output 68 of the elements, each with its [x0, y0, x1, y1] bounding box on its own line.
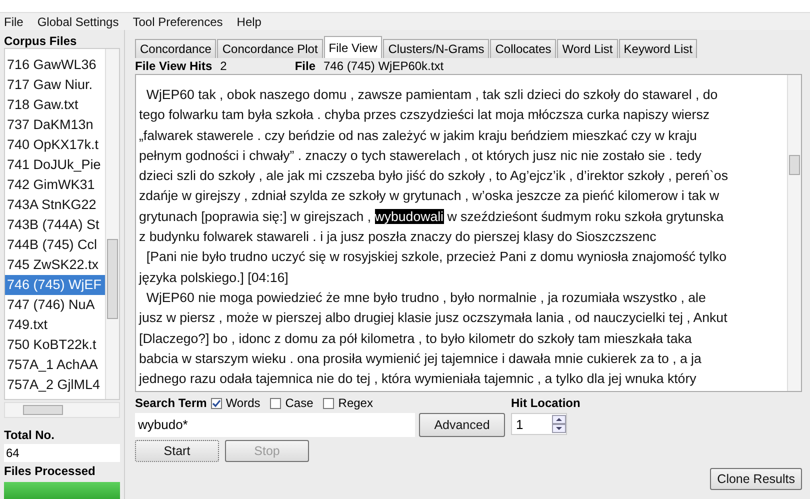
- text-line: zdańje w girejszy , zdniał szylda ze szkoły w grytunach , w’oska jeszcze za pieńć kilomerow i tak w: [139, 188, 720, 204]
- text-line: grytunach [poprawia się:] w girejszach ,: [139, 208, 372, 224]
- corpus-file-item[interactable]: 757A_1 AchAA: [5, 355, 105, 375]
- text-line: babcia w starszym wieku . ona prosiła wymienić jej tajemnice i dawała mnie cukierek za to , a ja: [139, 350, 702, 366]
- corpus-file-item[interactable]: 744B (745) Ccl: [5, 235, 105, 255]
- label: Files Processed: [4, 464, 96, 478]
- corpus-file-item[interactable]: 747 (746) NuA: [5, 295, 105, 315]
- corpus-file-item[interactable]: 743A StnKG22: [5, 195, 105, 215]
- panel-title: Corpus Files: [4, 34, 78, 48]
- menu-item[interactable]: Global Settings: [37, 15, 119, 28]
- text-line: WjEP60 tak , obok naszego domu , zawsze pamientam , tak szli dzieci do szkoły do stawarel , do: [145, 87, 718, 102]
- text-line: jusz w piersz , może w pierszej albo drugiej klasie jusz oczszymała lania , od nauczycielki tej , Ankut: [139, 310, 728, 326]
- checkbox[interactable]: [270, 398, 282, 408]
- text-line: tego folwarku tam była szkoła . chyba przes czszydzieści lat moja młóczsza curka napiszy wiersz: [139, 107, 710, 122]
- start-button[interactable]: Start: [135, 440, 219, 462]
- tab[interactable]: Clusters/N-Grams: [383, 39, 490, 58]
- corpus-file-item[interactable]: 750 KoBT22k.t: [5, 335, 105, 355]
- tab[interactable]: File View: [324, 36, 382, 58]
- checkbox[interactable]: [323, 398, 334, 408]
- spinner-icon[interactable]: [552, 415, 566, 433]
- text-line: dzieci szli do szkoły , ale jak mi czszeba było jiść do szkoły , to Ag’ejcz’ik , d’irektor szkoły , pereń`os: [139, 168, 728, 184]
- text-line: języka polskiego.] [04:16]: [139, 270, 288, 285]
- text-line: [Pani nie było trudno uczyć się w rosyjskiej szkole, przecież Pani z domu wyniosła znajomość tylko: [145, 249, 727, 264]
- menu-item[interactable]: File: [4, 15, 24, 28]
- text-line: pełnym godności i chwały” . znaczy o tych stawerelach , ot których jusz nic nie zostało sie . tedy: [139, 148, 702, 163]
- corpus-file-item[interactable]: 746 (745) WjEF: [5, 275, 105, 295]
- text-line: w szeździeśont śudmym roku szkoła grytunska: [446, 208, 724, 224]
- tab[interactable]: Concordance: [135, 39, 216, 58]
- advanced-button[interactable]: Advanced: [419, 413, 505, 437]
- corpus-file-item[interactable]: 737 DaKM13n: [5, 115, 105, 135]
- spin-field[interactable]: 1: [511, 413, 567, 435]
- label: Hit Location: [511, 396, 580, 410]
- tab[interactable]: Word List: [557, 39, 618, 58]
- search-field[interactable]: wybudo*: [135, 413, 415, 437]
- corpus-file-item[interactable]: 757A_2 GjlML4: [5, 375, 105, 395]
- checkbox-label: Words: [226, 396, 260, 410]
- clone-results-button[interactable]: Clone Results: [710, 468, 802, 490]
- file-name: 746 (745) WjEP60k.txt: [324, 59, 444, 73]
- search-hit: wybudowali: [374, 208, 444, 224]
- count-field: 64: [4, 444, 120, 462]
- label: Total No.: [4, 428, 56, 442]
- label: File View Hits: [135, 59, 212, 73]
- corpus-file-item[interactable]: 740 OpKX17k.t: [5, 135, 105, 155]
- text-line: jednego razu odała tajemnica nie do tej , która wymieniała tajemnic , a tylko dla jej wnuka który: [139, 371, 696, 386]
- corpus-file-item[interactable]: 717 Gaw Niur.: [5, 75, 105, 95]
- corpus-file-item[interactable]: 745 ZwSK22.tx: [5, 255, 105, 275]
- check-icon: [212, 398, 221, 408]
- corpus-file-item[interactable]: 742 GimWK31: [5, 175, 105, 195]
- text-line: WjEP60 nie moga powiedzieć że mne było trudno , było normalnie , ja rozumiała wszystko , ale: [145, 290, 706, 305]
- corpus-file-item[interactable]: 743B (744A) St: [5, 215, 105, 235]
- tab[interactable]: Keyword List: [618, 39, 698, 58]
- corpus-file-item[interactable]: 716 GawWL36: [5, 55, 105, 75]
- checkbox-label: Regex: [338, 396, 373, 410]
- corpus-file-item[interactable]: 741 DoJUk_Pie: [5, 155, 105, 175]
- label: Search Term: [135, 396, 207, 410]
- text-line: z budynku folwarek stawareli . i ja jusz poszła znaczy do pierszej klasy do Sioszczszenc: [139, 229, 656, 244]
- checkbox-label: Case: [285, 396, 314, 410]
- label: File: [294, 59, 316, 73]
- text-line: [Dlaczego?] bo , idonc z domu za pół kilometra , to było kilometr do szkoły tam mieszkała taka: [139, 330, 692, 346]
- tab[interactable]: Collocates: [490, 39, 556, 58]
- menu-item[interactable]: Help: [236, 15, 262, 28]
- checkbox[interactable]: [210, 398, 222, 408]
- corpus-file-item[interactable]: 749.txt: [5, 315, 105, 335]
- corpus-file-item[interactable]: 718 Gaw.txt: [5, 95, 105, 115]
- hit-count: 2: [220, 59, 227, 73]
- tab[interactable]: Concordance Plot: [217, 39, 323, 58]
- text-line: „falwarek stawerele . czy beńdzie od nas zależyć w jakim kraju beńdziem mieszkać czy w kraju: [139, 128, 697, 143]
- menu-item[interactable]: Tool Preferences: [132, 15, 223, 28]
